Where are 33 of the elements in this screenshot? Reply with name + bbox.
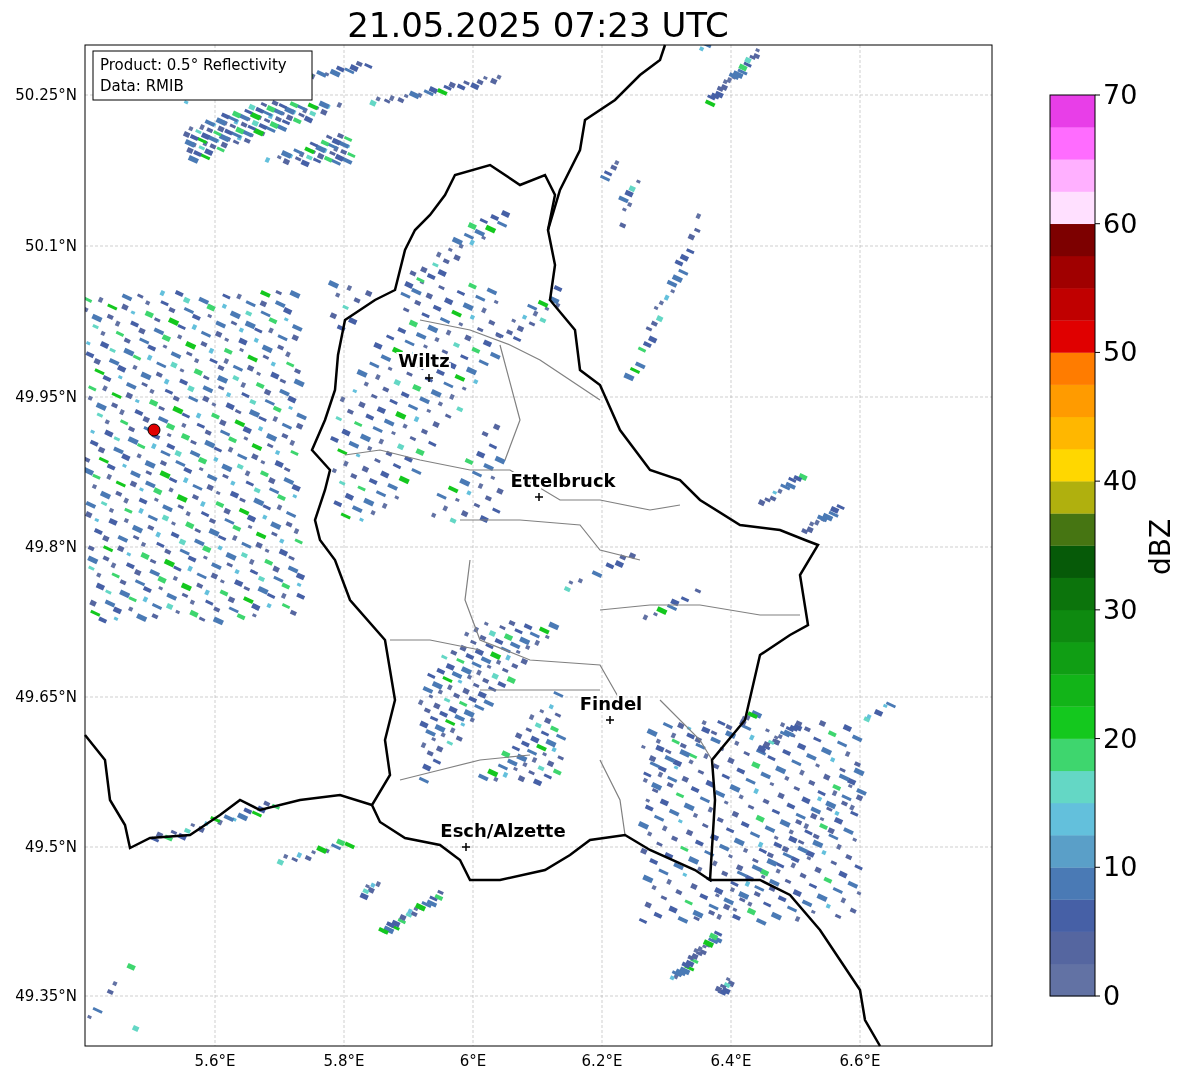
colorbar-label: dBZ	[1144, 518, 1177, 576]
city-marker-icon	[461, 842, 471, 852]
y-tick-label: 49.5°N	[24, 838, 77, 856]
colorbar-tick-label: 60	[1103, 207, 1138, 239]
y-tick-label: 49.65°N	[15, 688, 77, 706]
colorbar-tick-label: 40	[1103, 465, 1138, 497]
x-tick-label: 6.4°E	[710, 1052, 752, 1070]
info-text: Product: 0.5° Reflectivity	[100, 56, 287, 74]
y-tick-label: 50.1°N	[24, 237, 77, 255]
x-tick-label: 6°E	[459, 1052, 487, 1070]
colorbar-tick-label: 50	[1103, 336, 1138, 368]
y-tick-label: 50.25°N	[15, 86, 77, 104]
colorbar-tick-label: 70	[1103, 79, 1138, 110]
city-label: Esch/Alzette	[440, 820, 566, 841]
city-label: Ettelbruck	[510, 470, 616, 491]
x-tick-label: 6.2°E	[581, 1052, 623, 1070]
chart-title: 21.05.2025 07:23 UTC	[347, 5, 729, 45]
radar-site-marker-icon	[147, 423, 161, 437]
info-text: Data: RMIB	[100, 77, 184, 95]
x-tick-label: 5.6°E	[194, 1052, 236, 1070]
y-tick-label: 49.35°N	[15, 987, 77, 1005]
colorbar-tick-label: 10	[1103, 851, 1138, 883]
city-label: Findel	[579, 693, 643, 714]
colorbar-tick-label: 0	[1103, 980, 1121, 1011]
colorbar-tick-label: 20	[1103, 722, 1138, 754]
city-marker-icon	[534, 492, 544, 502]
x-tick-label: 5.8°E	[323, 1052, 365, 1070]
y-tick-label: 49.95°N	[15, 388, 77, 406]
y-tick-label: 49.8°N	[24, 538, 77, 556]
city-marker-icon	[605, 715, 615, 725]
colorbar-tick-label: 30	[1103, 593, 1138, 625]
city-marker-icon	[424, 373, 434, 383]
x-tick-label: 6.6°E	[839, 1052, 881, 1070]
